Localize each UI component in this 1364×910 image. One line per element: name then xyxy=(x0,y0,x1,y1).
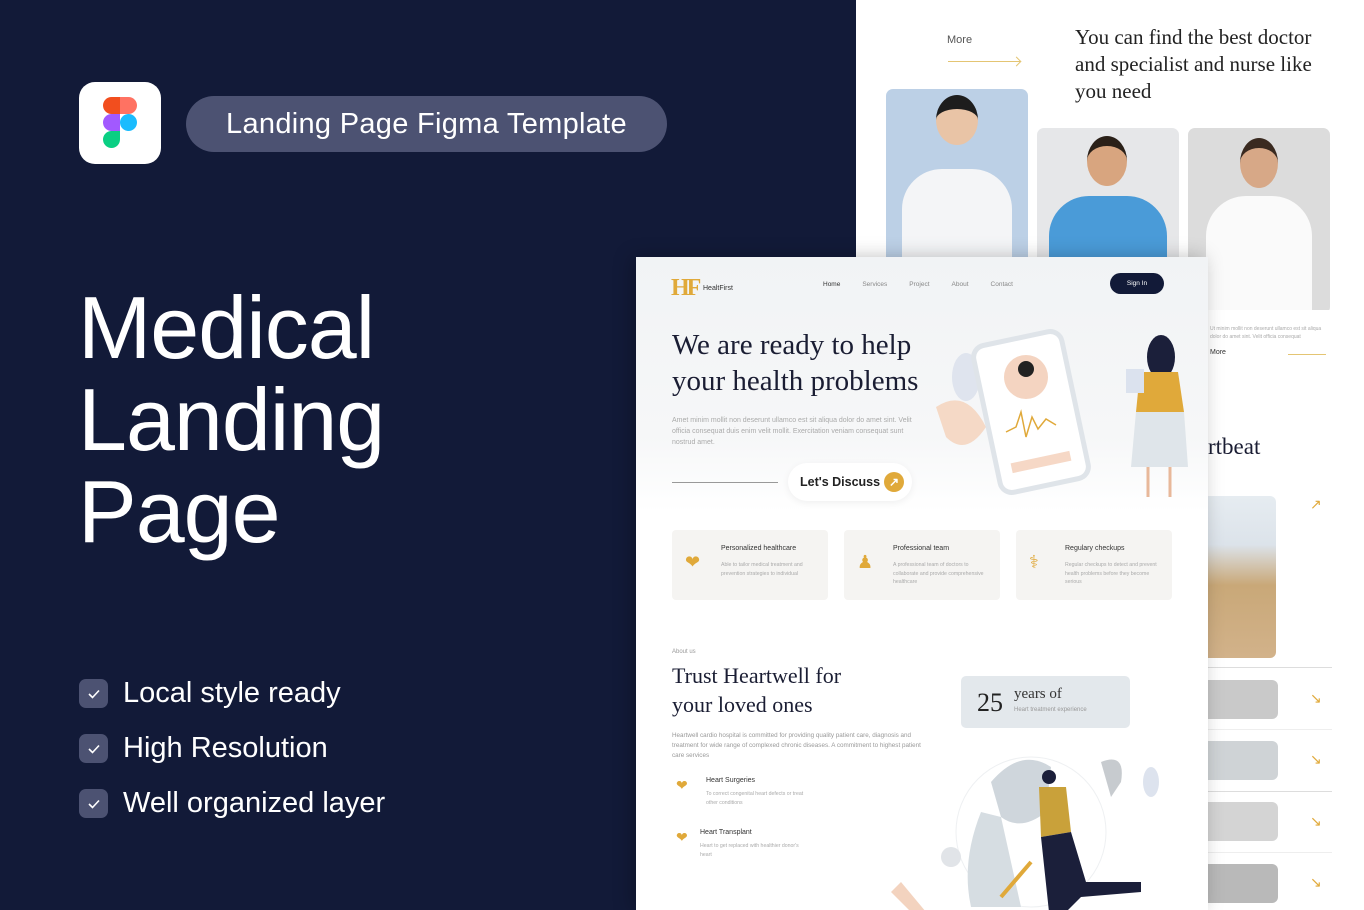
years-subtitle: Heart treatment experience xyxy=(1014,707,1087,713)
service-thumb xyxy=(1208,802,1278,841)
service-desc: Able to tailor medical treatment and pre… xyxy=(721,562,803,577)
feature-label: High Resolution xyxy=(123,732,328,764)
hero-title: We are ready to help your health problem… xyxy=(672,329,919,397)
flask-body xyxy=(967,812,1021,907)
service-thumb xyxy=(1208,741,1278,780)
arrow-up-right-icon[interactable]: ↗ xyxy=(1310,496,1322,513)
title-line: Page xyxy=(78,462,281,561)
consultation-photo xyxy=(1208,496,1276,658)
doctor-icon: ⚕ xyxy=(1029,552,1039,572)
feature-item: Local style ready xyxy=(79,666,385,721)
woman-skirt xyxy=(1131,412,1188,467)
divider xyxy=(1208,729,1332,730)
side-description: Ut minim mollit non deserunt ullamco est… xyxy=(1210,326,1322,340)
about-item-title: Heart Surgeries xyxy=(706,777,756,784)
side-more-link[interactable]: More xyxy=(1210,349,1226,356)
checkmark-icon xyxy=(79,679,108,708)
brand-logo[interactable]: HF xyxy=(671,275,701,302)
feature-item: Well organized layer xyxy=(79,776,385,831)
divider xyxy=(1208,791,1332,792)
checkmark-icon xyxy=(79,734,108,763)
avatar-head xyxy=(1018,361,1034,377)
years-label: years of xyxy=(1014,686,1062,702)
promo-title: Medical Landing Page xyxy=(78,278,385,561)
machine-shape xyxy=(1101,759,1122,797)
phone-shape xyxy=(971,329,1091,495)
feature-label: Well organized layer xyxy=(123,787,386,819)
arrow-right-icon[interactable] xyxy=(1288,354,1326,355)
virus-shape xyxy=(941,847,961,867)
service-card[interactable]: ⚕ Regulary checkups Regular checkups to … xyxy=(1016,530,1172,600)
arrow-up-right-icon: ↗ xyxy=(884,472,904,492)
service-title: Regulary checkups xyxy=(1065,545,1125,552)
clipboard xyxy=(1126,369,1144,393)
about-title: Trust Heartwell for your loved ones xyxy=(672,663,842,717)
service-card[interactable]: ♟ Professional team A professional team … xyxy=(844,530,1000,600)
service-desc: A professional team of doctors to collab… xyxy=(893,562,984,585)
nav-contact[interactable]: Contact xyxy=(991,281,1013,288)
cta-label: Let's Discuss xyxy=(800,475,881,489)
doctor-photo xyxy=(1188,128,1330,314)
hero-divider xyxy=(672,482,778,483)
hero-illustration xyxy=(936,329,1188,497)
nav-about[interactable]: About xyxy=(952,281,969,288)
hero-paragraph: Amet minim mollit non deserunt ullamco e… xyxy=(672,417,912,446)
doctor-photo xyxy=(1037,128,1179,264)
arrow-down-right-icon[interactable]: ↘ xyxy=(1310,690,1322,707)
man-shirt xyxy=(1039,787,1071,837)
divider xyxy=(1208,667,1332,668)
arrow-down-right-icon[interactable]: ↘ xyxy=(1310,751,1322,768)
checkmark-icon xyxy=(79,789,108,818)
main-nav: Home Services Project About Contact xyxy=(823,281,1035,288)
landing-page-mockup: HF HealtFirst Home Services Project Abou… xyxy=(636,257,1208,910)
title-line: Landing xyxy=(78,370,385,469)
lets-discuss-button[interactable]: Let's Discuss ↗ xyxy=(788,463,912,501)
about-item-desc: Heart to get replaced with healthier don… xyxy=(700,843,799,858)
feature-item: High Resolution xyxy=(79,721,385,776)
arrow-right-icon[interactable] xyxy=(948,61,1021,62)
figma-logo-icon xyxy=(79,82,161,164)
about-label: About us xyxy=(672,649,696,655)
service-thumb xyxy=(1208,680,1278,719)
heart-icon: ❤ xyxy=(676,777,688,793)
microscope-shape xyxy=(891,882,925,910)
service-title: Professional team xyxy=(893,545,950,552)
nurse-icon: ♟ xyxy=(857,552,874,572)
template-tag: Landing Page Figma Template xyxy=(186,96,667,152)
doctor-photo xyxy=(886,89,1028,264)
man-head xyxy=(1042,770,1056,784)
service-desc: Regular checkups to detect and prevent h… xyxy=(1065,562,1157,585)
arrow-down-right-icon[interactable]: ↘ xyxy=(1310,813,1322,830)
feature-label: Local style ready xyxy=(123,677,341,709)
heart-hand-icon: ❤ xyxy=(676,829,688,845)
about-item-title: Heart Transplant xyxy=(700,829,752,836)
more-link[interactable]: More xyxy=(947,34,972,46)
feature-list: Local style ready High Resolution Well o… xyxy=(79,666,385,831)
years-number: 25 xyxy=(977,688,1003,717)
service-thumb xyxy=(1208,864,1278,903)
arrow-down-right-icon[interactable]: ↘ xyxy=(1310,874,1322,891)
experience-card: 25 years of Heart treatment experience xyxy=(961,676,1130,728)
title-line: Medical xyxy=(78,278,375,377)
brand-name: HealtFirst xyxy=(703,285,733,292)
about-item-desc: To correct congenital heart defects or t… xyxy=(706,791,804,806)
divider xyxy=(1208,852,1332,853)
nav-services[interactable]: Services xyxy=(862,281,887,288)
nav-home[interactable]: Home xyxy=(823,281,840,288)
blob-shape xyxy=(936,400,986,445)
service-card[interactable]: ❤ Personalized healthcare Able to tailor… xyxy=(672,530,828,600)
about-illustration xyxy=(891,756,1159,910)
service-title: Personalized healthcare xyxy=(721,545,797,552)
leaf-shape xyxy=(1143,767,1159,797)
heartbeat-heading: rtbeat xyxy=(1208,434,1261,459)
sign-in-button[interactable]: Sign In xyxy=(1110,273,1164,294)
heart-hand-icon: ❤ xyxy=(685,552,701,572)
nav-project[interactable]: Project xyxy=(909,281,929,288)
man-pants xyxy=(1041,832,1141,910)
doctors-title: You can find the best doctor and special… xyxy=(1075,25,1312,103)
